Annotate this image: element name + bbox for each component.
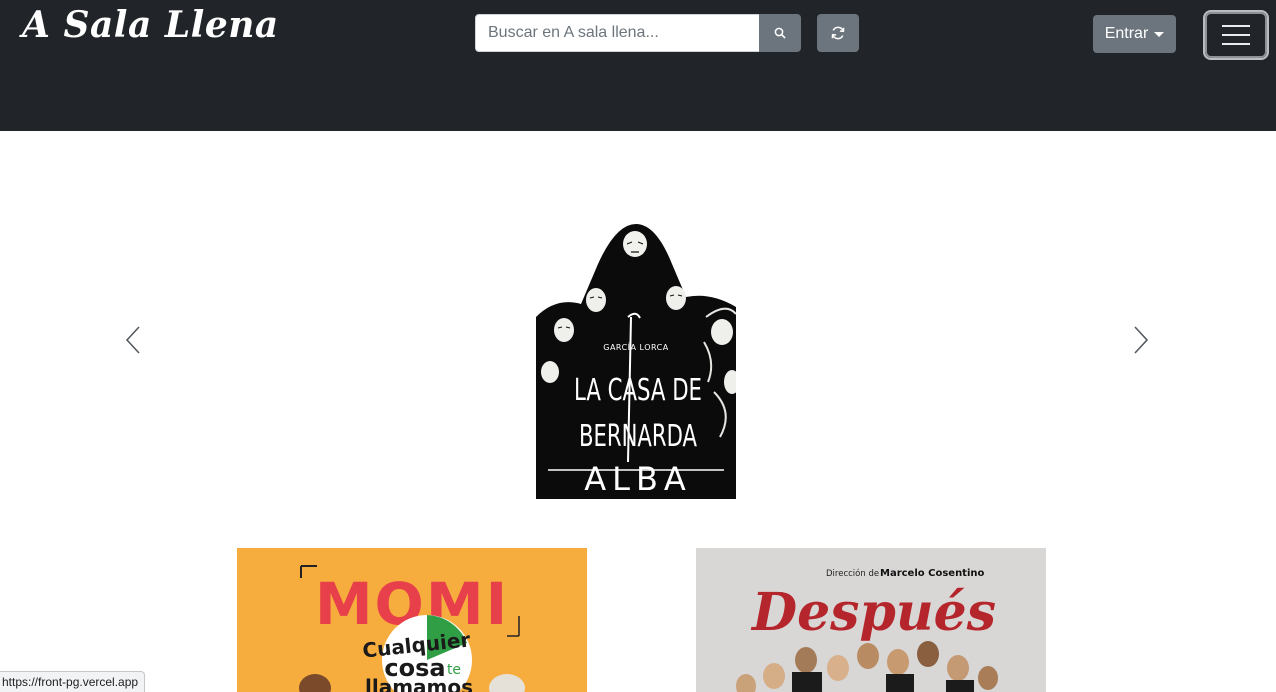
despues-credit-name: Marcelo Cosentino bbox=[880, 568, 985, 579]
show-card-despues[interactable]: Dirección de Marcelo Cosentino Después bbox=[696, 548, 1046, 692]
hamburger-icon bbox=[1222, 25, 1250, 27]
brand-logo[interactable]: A Sala Llena bbox=[22, 4, 279, 46]
despues-title: Después bbox=[750, 582, 996, 643]
status-bar-url: https://front-pg.vercel.app bbox=[0, 671, 146, 692]
chevron-right-icon bbox=[1134, 326, 1149, 354]
momi-poster: MOMI Cualquier cosa te llamamos bbox=[237, 548, 587, 692]
poster-title-line2: BERNARDA bbox=[579, 419, 697, 454]
navbar: A Sala Llena Entrar bbox=[0, 0, 1276, 131]
login-label: Entrar bbox=[1104, 25, 1149, 42]
bernarda-alba-poster: GARCÍA LORCA LA CASA DE BERNARDA ALBA bbox=[536, 224, 736, 499]
poster-title-line3: ALBA bbox=[584, 460, 692, 498]
despues-credit-prefix: Dirección de bbox=[826, 568, 879, 579]
menu-toggle-button[interactable] bbox=[1205, 12, 1267, 58]
refresh-button[interactable] bbox=[817, 14, 859, 52]
poster-title-line1: LA CASA DE bbox=[574, 373, 702, 408]
refresh-icon bbox=[831, 26, 845, 40]
hamburger-icon bbox=[1222, 34, 1250, 36]
hamburger-icon bbox=[1222, 43, 1250, 45]
show-card-momi[interactable]: MOMI Cualquier cosa te llamamos bbox=[237, 548, 587, 692]
caret-down-icon bbox=[1154, 31, 1165, 37]
search-icon bbox=[774, 27, 786, 39]
chevron-left-icon bbox=[125, 326, 140, 354]
poster-author: GARCÍA LORCA bbox=[603, 341, 669, 352]
carousel-slide-poster[interactable]: GARCÍA LORCA LA CASA DE BERNARDA ALBA bbox=[536, 222, 736, 499]
search-input[interactable] bbox=[475, 14, 760, 52]
carousel-next-button[interactable] bbox=[1126, 320, 1154, 360]
momi-tagline-4: llamamos bbox=[365, 675, 473, 692]
despues-poster: Dirección de Marcelo Cosentino Después bbox=[696, 548, 1046, 692]
login-dropdown-button[interactable]: Entrar bbox=[1093, 15, 1176, 53]
carousel-prev-button[interactable] bbox=[120, 320, 148, 360]
search-button[interactable] bbox=[759, 14, 801, 52]
